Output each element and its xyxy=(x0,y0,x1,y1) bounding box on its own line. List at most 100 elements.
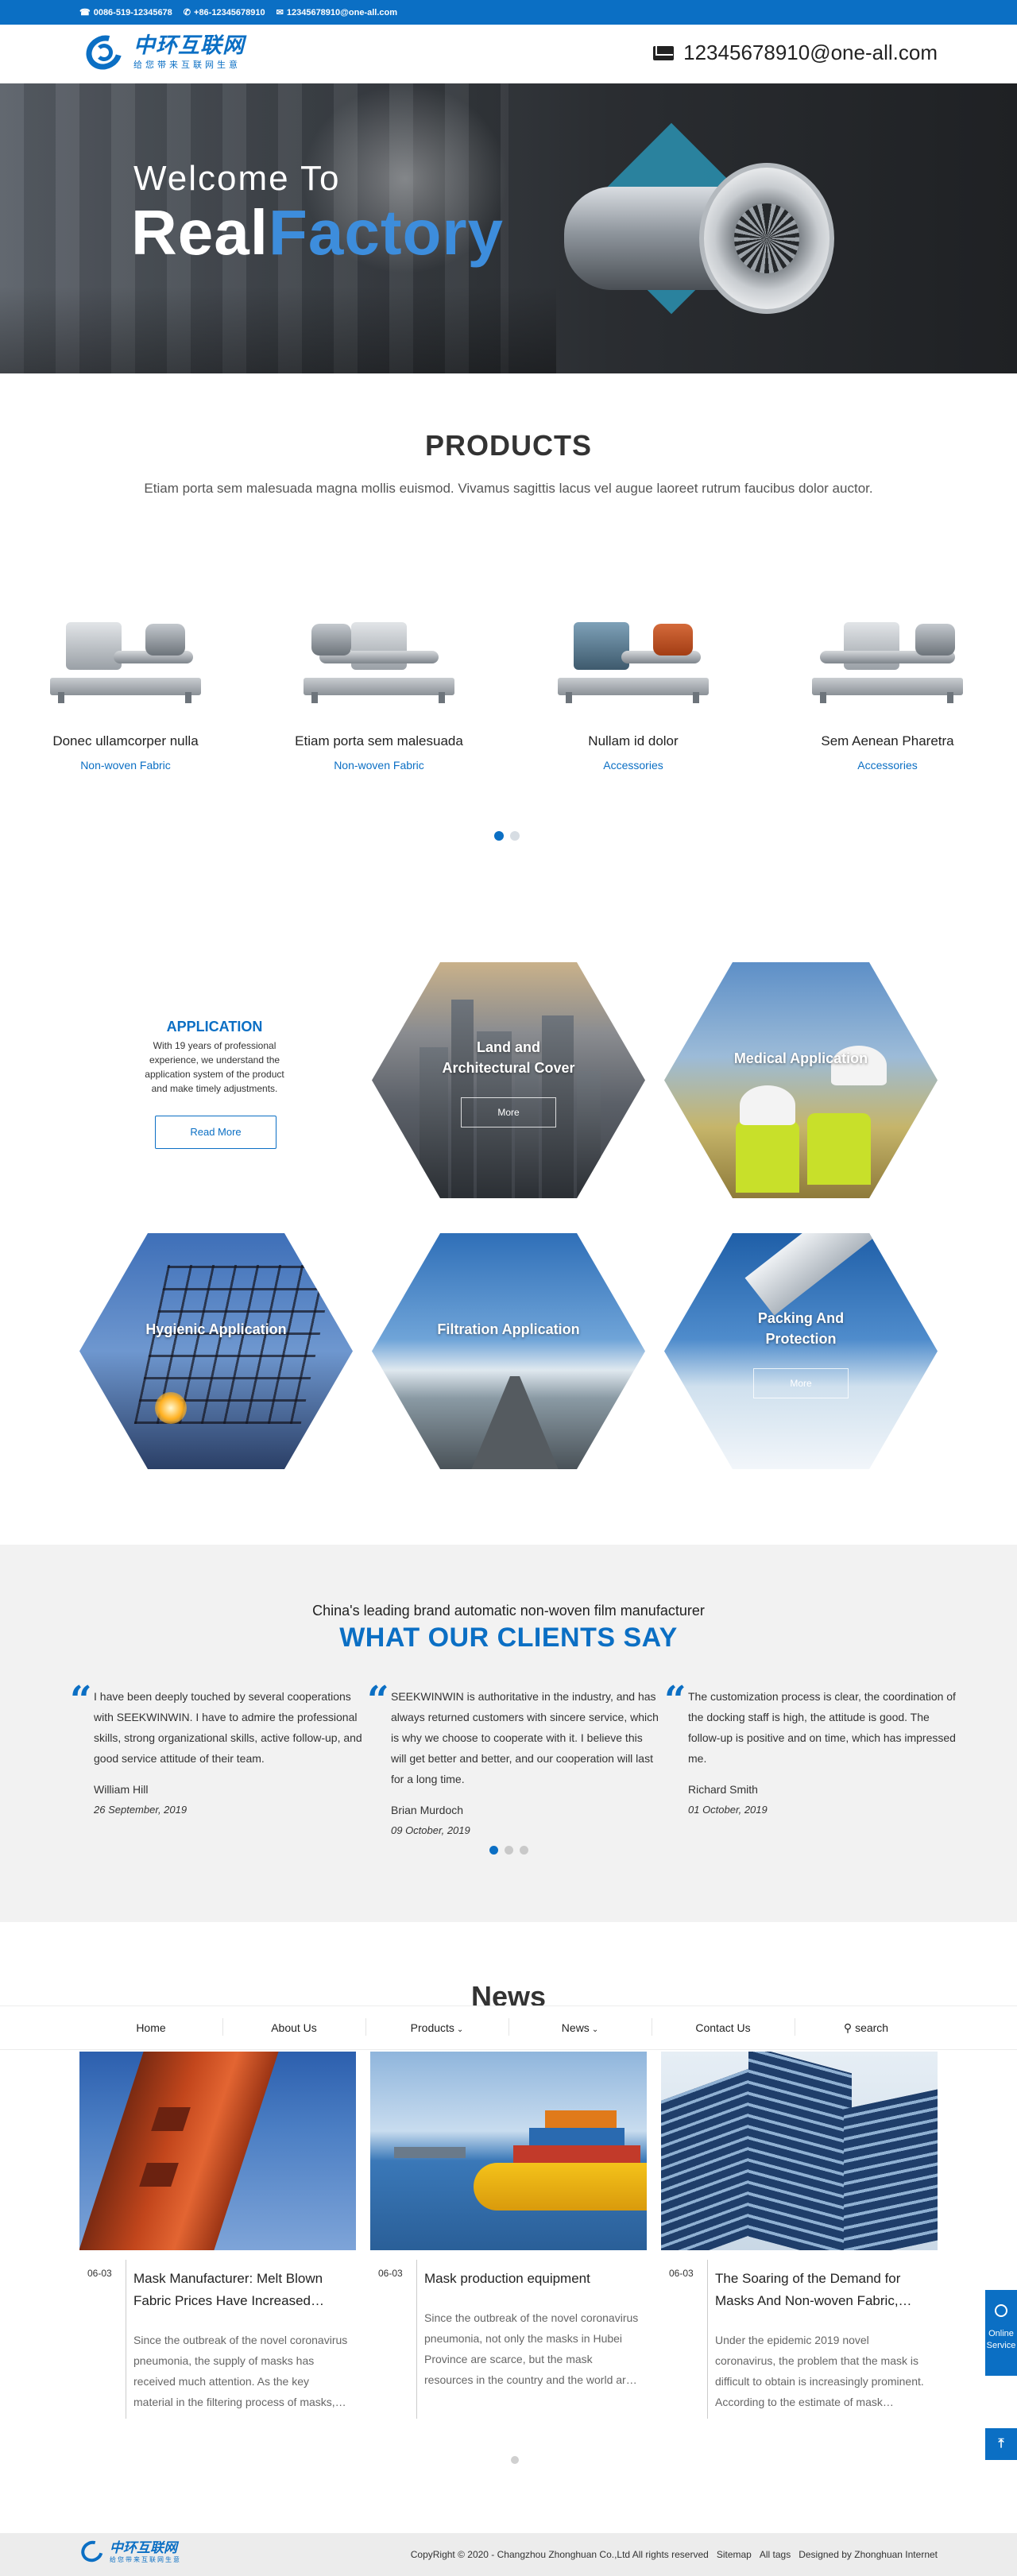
quote-icon: “ xyxy=(70,1678,92,1723)
application-hex-medical[interactable]: Medical Application xyxy=(664,962,938,1198)
footer-logo[interactable]: 中环互联网 给您带来互联网生意 xyxy=(77,2536,181,2566)
testimonial-card: “ SEEKWINWIN is authoritative in the ind… xyxy=(367,1681,661,1836)
news-image[interactable] xyxy=(79,2052,356,2250)
product-name[interactable]: Etiam porta sem malesuada xyxy=(280,733,478,749)
nav-item-about[interactable]: About Us xyxy=(222,2018,365,2036)
application-label: Medical Application xyxy=(733,1050,868,1066)
application-hex-land[interactable]: Land and Architectural Cover More xyxy=(372,962,645,1198)
product-name[interactable]: Sem Aenean Pharetra xyxy=(788,733,987,749)
phone-icon: ☎ xyxy=(79,8,91,17)
header-email[interactable]: 12345678910@one-all.com xyxy=(653,41,938,65)
header-email-text: 12345678910@one-all.com xyxy=(683,41,938,64)
testimonial-text: The customization process is clear, the … xyxy=(688,1690,956,1765)
product-category[interactable]: Non-woven Fabric xyxy=(280,759,478,772)
product-image[interactable] xyxy=(788,584,987,727)
pagination-dot[interactable] xyxy=(510,831,520,841)
pagination-dot[interactable] xyxy=(520,1846,528,1855)
site-header: 中环互联网 给您带来互联网生意 12345678910@one-all.com xyxy=(0,25,1017,83)
topbar-phone-text: 0086-519-12345678 xyxy=(93,7,172,17)
testimonial-text: SEEKWINWIN is authoritative in the indus… xyxy=(391,1690,659,1785)
application-intro: APPLICATION With 19 years of professiona… xyxy=(139,1019,290,1096)
envelope-icon xyxy=(653,45,675,60)
product-category[interactable]: Accessories xyxy=(534,759,733,772)
topbar-whatsapp[interactable]: ✆ +86-12345678910 xyxy=(183,7,265,18)
quote-icon: “ xyxy=(664,1678,686,1723)
whatsapp-icon: ✆ xyxy=(183,8,191,17)
online-service-button[interactable]: Online Service xyxy=(985,2290,1017,2376)
testimonial-author: William Hill xyxy=(94,1783,149,1796)
news-card[interactable]: 06-03 Mask Manufacturer: Melt Blown Fabr… xyxy=(79,2052,356,2419)
products-title: PRODUCTS xyxy=(424,429,592,462)
pagination-dot[interactable] xyxy=(505,1846,513,1855)
pagination-dot[interactable] xyxy=(511,2456,519,2464)
search-icon: ⚲ xyxy=(843,2021,853,2034)
testimonial-author: Richard Smith xyxy=(688,1783,758,1796)
footer-logo-slogan: 给您带来互联网生意 xyxy=(110,2555,181,2563)
news-headline[interactable]: The Soaring of the Demand for Masks And … xyxy=(715,2268,930,2312)
topbar-email[interactable]: ✉ 12345678910@one-all.com xyxy=(276,7,398,18)
banner-headline-real: Real xyxy=(131,197,269,268)
news-divider xyxy=(707,2260,708,2419)
news-headline[interactable]: Mask Manufacturer: Melt Blown Fabric Pri… xyxy=(133,2268,348,2312)
news-date: 06-03 xyxy=(669,2268,694,2279)
product-name[interactable]: Nullam id dolor xyxy=(534,733,733,749)
news-card[interactable]: 06-03 Mask production equipment Since th… xyxy=(370,2052,647,2419)
product-card[interactable]: Sem Aenean Pharetra Accessories xyxy=(788,584,987,772)
footer-designed-by[interactable]: Designed by Zhonghuan Internet xyxy=(799,2549,938,2560)
product-card[interactable]: Donec ullamcorper nulla Non-woven Fabric xyxy=(26,584,225,772)
application-more-button[interactable]: More xyxy=(461,1097,556,1127)
application-label: Land and Architectural Cover xyxy=(372,1037,645,1078)
products-description: Etiam porta sem malesuada magna mollis e… xyxy=(144,481,873,496)
application-more-button[interactable]: More xyxy=(753,1368,849,1398)
nav-item-products[interactable]: Products ⌄ xyxy=(365,2018,508,2036)
news-headline[interactable]: Mask production equipment xyxy=(424,2268,639,2290)
product-image[interactable] xyxy=(534,584,733,727)
nav-search-label: search xyxy=(855,2021,889,2034)
copyright-text: CopyRight © 2020 - Changzhou Zhonghuan C… xyxy=(410,2549,709,2560)
topbar-phone[interactable]: ☎ 0086-519-12345678 xyxy=(79,7,172,18)
products-pagination xyxy=(494,831,520,841)
nav-search[interactable]: ⚲ search xyxy=(795,2017,938,2036)
site-logo[interactable]: 中环互联网 给您带来互联网生意 xyxy=(79,29,245,76)
testimonial-date: 26 September, 2019 xyxy=(94,1804,188,1816)
product-image[interactable] xyxy=(26,584,225,727)
footer-link-sitemap[interactable]: Sitemap xyxy=(717,2549,752,2560)
logo-mark-icon xyxy=(77,2536,107,2566)
application-hex-hygienic[interactable]: Hygienic Application xyxy=(79,1233,353,1469)
news-image[interactable] xyxy=(661,2052,938,2250)
product-category[interactable]: Non-woven Fabric xyxy=(26,759,225,772)
chevron-down-icon: ⌄ xyxy=(591,2025,599,2034)
pagination-dot[interactable] xyxy=(489,1846,498,1855)
pagination-dot[interactable] xyxy=(494,831,504,841)
footer-link-alltags[interactable]: All tags xyxy=(760,2549,791,2560)
product-card[interactable]: Nullam id dolor Accessories xyxy=(534,584,733,772)
nav-item-contact[interactable]: Contact Us xyxy=(652,2018,795,2036)
top-contact-bar: ☎ 0086-519-12345678 ✆ +86-12345678910 ✉ 123… xyxy=(0,0,1017,25)
logo-mark-icon xyxy=(79,29,129,76)
topbar-email-text: 12345678910@one-all.com xyxy=(286,7,398,17)
testimonials-pagination xyxy=(489,1846,528,1855)
quote-icon: “ xyxy=(367,1678,389,1723)
news-date: 06-03 xyxy=(87,2268,112,2279)
nav-item-news[interactable]: News ⌄ xyxy=(508,2018,652,2036)
testimonial-text: I have been deeply touched by several co… xyxy=(94,1690,362,1765)
application-label: Packing And Protection xyxy=(664,1308,938,1349)
online-service-label-2: Service xyxy=(986,2341,1016,2350)
main-navigation: Home About Us Products ⌄ News ⌄ Contact Us… xyxy=(0,2005,1017,2050)
nav-item-home[interactable]: Home xyxy=(79,2021,222,2034)
logo-name: 中环互联网 xyxy=(133,33,245,58)
back-to-top-button[interactable]: ⤒ xyxy=(985,2428,1017,2460)
product-card[interactable]: Etiam porta sem malesuada Non-woven Fabr… xyxy=(280,584,478,772)
read-more-button[interactable]: Read More xyxy=(155,1116,276,1149)
application-hex-packing[interactable]: Packing And Protection More xyxy=(664,1233,938,1469)
product-image[interactable] xyxy=(280,584,478,727)
topbar-whatsapp-text: +86-12345678910 xyxy=(194,7,265,17)
hero-banner: Welcome To RealFactory xyxy=(0,83,1017,373)
news-image[interactable] xyxy=(370,2052,647,2250)
news-card[interactable]: 06-03 The Soaring of the Demand for Mask… xyxy=(661,2052,938,2419)
product-name[interactable]: Donec ullamcorper nulla xyxy=(26,733,225,749)
news-date: 06-03 xyxy=(378,2268,403,2279)
application-hex-filtration[interactable]: Filtration Application xyxy=(372,1233,645,1469)
product-category[interactable]: Accessories xyxy=(788,759,987,772)
testimonial-date: 09 October, 2019 xyxy=(391,1824,470,1836)
